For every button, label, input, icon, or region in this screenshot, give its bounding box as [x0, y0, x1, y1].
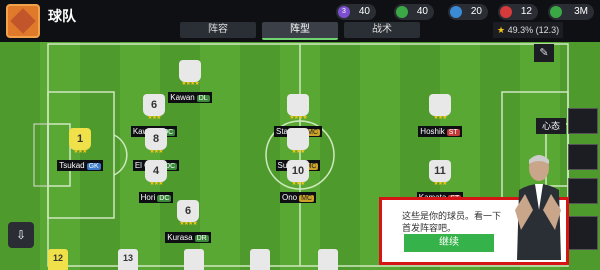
side-button-2[interactable]	[568, 144, 598, 170]
medical-icon	[500, 6, 512, 18]
coins-value: 40	[358, 6, 370, 17]
page-title: 球队	[48, 8, 76, 24]
manager-avatar	[511, 150, 565, 260]
tab-lineup[interactable]: 阵容	[180, 22, 256, 38]
tab-formation[interactable]: 阵型	[262, 22, 338, 40]
side-button-1[interactable]	[568, 108, 598, 134]
medical-value: 12	[520, 6, 532, 17]
bench-player[interactable]	[318, 249, 338, 270]
player-name: Hoshik ST	[418, 126, 462, 137]
player-card[interactable]: 4 ★★★ Hori DC	[126, 160, 186, 205]
player-name: Kurasa DR	[165, 232, 211, 243]
shirt-icon: 4	[145, 160, 167, 182]
position-badge: MC	[299, 195, 314, 202]
shirt-icon: 6	[143, 94, 165, 116]
shirt-icon: 10	[287, 160, 309, 182]
star-icon: ★	[497, 25, 506, 35]
bench-player[interactable]	[184, 249, 204, 270]
shirt-icon: 8	[145, 128, 167, 150]
player-card[interactable]: 6 ★★★★ Kurasa DR	[158, 200, 218, 245]
medical-resource[interactable]: 12	[498, 4, 538, 20]
position-badge: ST	[446, 129, 460, 136]
player-card[interactable]: 1 ★★★ Tsukad GK	[50, 128, 110, 173]
rating-value: 49.3% (12.3)	[507, 25, 560, 35]
money-value: 3M	[574, 6, 588, 17]
level-coins-resource[interactable]: 3 40	[336, 4, 376, 20]
cash-resource[interactable]: 40	[394, 4, 434, 20]
mentality-button[interactable]: 心态	[536, 118, 566, 134]
team-logo[interactable]	[6, 4, 40, 38]
bench-player[interactable]: 13	[118, 249, 138, 270]
boost-resource[interactable]: 20	[448, 4, 488, 20]
shirt-icon: 6	[177, 200, 199, 222]
bench-player[interactable]	[250, 249, 270, 270]
boost-icon	[450, 6, 462, 18]
export-button[interactable]: ⇩	[8, 222, 34, 248]
boost-value: 20	[470, 6, 482, 17]
shirt-icon	[179, 60, 201, 82]
cash-icon	[396, 6, 408, 18]
player-name: Tsukad GK	[57, 160, 103, 171]
bench-player[interactable]: 12	[48, 249, 68, 270]
level-icon: 3	[338, 6, 350, 18]
position-badge: DR	[194, 235, 209, 242]
player-card[interactable]: 10 ★★★ Ono MC	[268, 160, 328, 205]
shirt-icon	[429, 94, 451, 116]
shirt-icon: 1	[69, 128, 91, 150]
shirt-icon	[287, 94, 309, 116]
team-rating: ★ 49.3% (12.3)	[493, 22, 563, 38]
shirt-icon	[287, 128, 309, 150]
edit-button[interactable]: ✎	[534, 44, 554, 62]
continue-button[interactable]: 继续	[404, 234, 494, 252]
player-name: Ono MC	[279, 192, 316, 203]
cash-value: 40	[416, 6, 428, 17]
position-badge: DL	[196, 95, 210, 102]
shirt-icon: 11	[429, 160, 451, 182]
side-button-4[interactable]	[568, 216, 598, 250]
side-button-3[interactable]	[568, 178, 598, 204]
position-badge: GK	[86, 163, 101, 170]
tab-tactics[interactable]: 战术	[344, 22, 420, 38]
dialog-text: 这些是你的球员。看一下首发阵容吧。	[402, 211, 502, 233]
money-icon	[550, 6, 562, 18]
player-card[interactable]: ★★★ Hoshik ST	[410, 94, 470, 139]
money-resource[interactable]: 3M	[548, 4, 594, 20]
